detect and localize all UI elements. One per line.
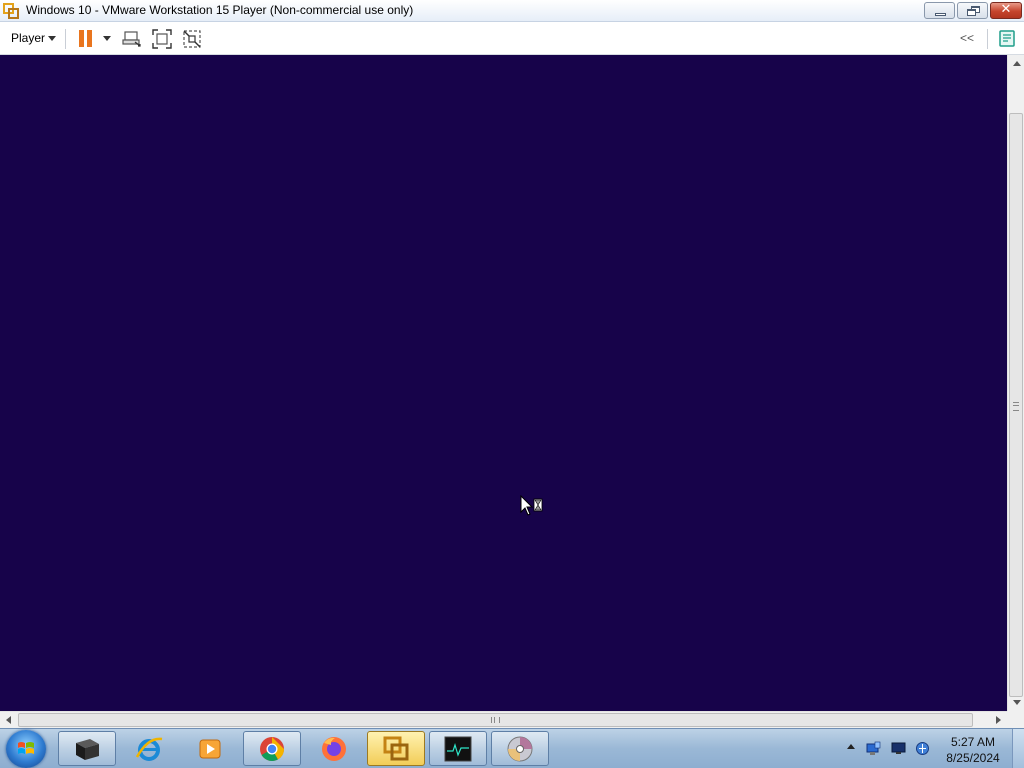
title-bar[interactable]: Windows 10 - VMware Workstation 15 Playe… — [0, 0, 1024, 22]
full-screen-icon[interactable] — [152, 29, 172, 49]
vm-display[interactable] — [0, 55, 1007, 711]
player-menu-chevron-down-icon[interactable] — [48, 36, 56, 41]
clock-time: 5:27 AM — [950, 735, 996, 749]
collapse-toolbar-button[interactable]: << — [960, 31, 974, 45]
taskbar-firefox[interactable] — [305, 731, 363, 766]
vertical-scroll-thumb[interactable] — [1009, 113, 1023, 697]
minimize-icon — [935, 13, 946, 16]
firefox-icon — [322, 737, 346, 761]
taskbar-media-player[interactable] — [181, 731, 239, 766]
scroll-right-arrow-icon[interactable] — [996, 716, 1001, 724]
taskbar-dvd[interactable] — [491, 731, 549, 766]
internet-explorer-icon — [135, 737, 163, 761]
send-ctrl-alt-del-icon[interactable] — [122, 29, 142, 49]
virtualbox-icon — [76, 739, 99, 760]
restore-button[interactable] — [957, 2, 988, 19]
network-drive-icon[interactable] — [866, 741, 881, 756]
show-hidden-icons-arrow[interactable] — [847, 744, 855, 749]
system-clock[interactable]: 5:27 AM 8/25/2024 — [940, 734, 1006, 766]
close-button[interactable]: ✕ — [990, 2, 1022, 19]
media-player-icon — [199, 739, 221, 759]
player-toolbar: Player << — [0, 22, 1024, 55]
scroll-up-arrow-icon[interactable] — [1013, 61, 1021, 66]
window-title: Windows 10 - VMware Workstation 15 Playe… — [26, 3, 414, 17]
vmware-player-icon — [383, 736, 409, 761]
minimize-button[interactable] — [924, 2, 955, 19]
player-menu-button[interactable]: Player — [11, 31, 45, 45]
vertical-scrollbar[interactable] — [1007, 55, 1024, 711]
network-icon[interactable] — [915, 741, 930, 756]
taskbar-vmware-player[interactable] — [367, 731, 425, 766]
show-desktop-button[interactable] — [1012, 729, 1024, 768]
taskbar-internet-explorer[interactable] — [120, 731, 178, 766]
message-log-icon[interactable] — [999, 30, 1015, 47]
pause-icon — [79, 30, 84, 47]
taskbar-chrome[interactable] — [243, 731, 301, 766]
close-icon: ✕ — [1000, 2, 1012, 17]
power-options-chevron-down-icon[interactable] — [103, 36, 111, 41]
taskbar-virtualbox[interactable] — [58, 731, 116, 766]
toolbar-divider — [65, 29, 66, 49]
taskbar-monitor[interactable] — [429, 731, 487, 766]
toolbar-divider — [987, 29, 988, 49]
dvd-icon — [507, 736, 533, 762]
scrollbar-corner — [1007, 711, 1024, 728]
horizontal-scrollbar[interactable] — [0, 711, 1007, 728]
busy-pointer-icon — [520, 495, 543, 516]
windows-start-icon — [18, 742, 34, 754]
pause-button[interactable] — [78, 30, 94, 47]
scroll-down-arrow-icon[interactable] — [1013, 700, 1021, 705]
taskbar: 5:27 AM 8/25/2024 — [0, 728, 1024, 768]
clock-date: 8/25/2024 — [946, 751, 1000, 765]
start-button[interactable] — [6, 730, 46, 768]
unity-icon[interactable] — [182, 29, 202, 49]
horizontal-scroll-thumb[interactable] — [18, 713, 973, 727]
scroll-left-arrow-icon[interactable] — [6, 716, 11, 724]
chrome-icon — [260, 737, 284, 762]
monitor-app-icon — [444, 736, 472, 762]
window-controls: ✕ — [922, 2, 1022, 20]
vmware-player-icon — [3, 3, 19, 19]
monitor-tray-icon[interactable] — [891, 741, 906, 756]
